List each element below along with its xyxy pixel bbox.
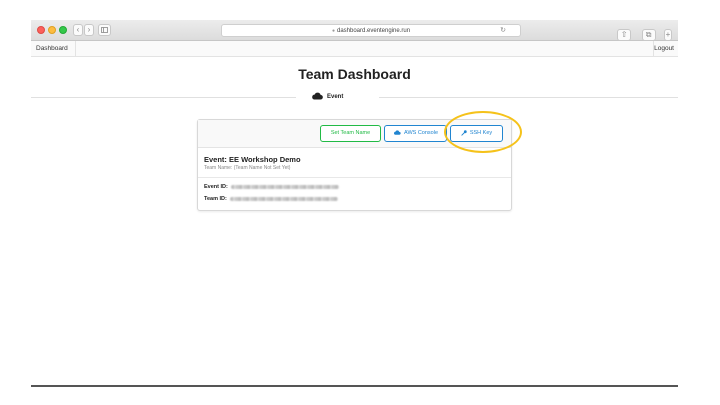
forward-button[interactable]: › — [84, 24, 94, 36]
address-url: dashboard.eventengine.run — [336, 28, 411, 34]
team-id-label: Team ID: — [204, 196, 227, 202]
maximize-window-button[interactable] — [59, 26, 67, 34]
section-header: Event — [311, 92, 343, 102]
set-team-name-label: Set Team Name — [330, 130, 371, 136]
team-id-row: Team ID: — [204, 196, 338, 203]
aws-console-label: AWS Console — [403, 130, 439, 136]
team-name: Team Name: (Team Name Not Set Yet) — [204, 165, 291, 171]
page-title: Team Dashboard — [298, 66, 411, 82]
card-separator — [198, 177, 511, 178]
event-id-redacted — [230, 184, 339, 189]
logout-link[interactable]: Logout — [654, 44, 674, 54]
back-button[interactable]: ‹ — [73, 24, 83, 36]
nav-divider — [75, 41, 76, 57]
reload-icon[interactable]: ↻ — [500, 25, 506, 37]
cloud-icon — [312, 93, 323, 100]
section-divider — [379, 97, 678, 98]
tabs-button[interactable]: ⧉ — [641, 29, 656, 41]
aws-console-button[interactable]: AWS Console — [384, 125, 447, 142]
sidebar-toggle-button[interactable] — [98, 24, 111, 36]
highlight-circle — [444, 111, 522, 153]
event-name: Event: EE Workshop Demo — [204, 155, 301, 164]
event-id-label: Event ID: — [204, 184, 228, 190]
address-bar[interactable]: ● dashboard.eventengine.run ↻ — [221, 24, 521, 37]
team-id-redacted — [229, 196, 338, 201]
event-id-row: Event ID: — [204, 184, 339, 191]
sidebar-icon — [101, 26, 108, 33]
section-divider — [31, 97, 296, 98]
share-button[interactable]: ⇧ — [617, 29, 632, 41]
lock-icon: ● — [331, 28, 335, 34]
browser-window: ‹ › ● dashboard.eventengine.run ↻ ⇧ ⧉ + D… — [31, 20, 678, 387]
nav-dashboard-link[interactable]: Dashboard — [36, 44, 68, 54]
cloud-icon — [393, 130, 401, 135]
minimize-window-button[interactable] — [48, 26, 56, 34]
browser-toolbar: ‹ › ● dashboard.eventengine.run ↻ ⇧ ⧉ + — [31, 20, 678, 41]
section-label: Event — [327, 94, 344, 100]
set-team-name-button[interactable]: Set Team Name — [320, 125, 381, 142]
new-tab-button[interactable]: + — [664, 29, 672, 41]
close-window-button[interactable] — [37, 26, 45, 34]
app-navbar: Dashboard Logout — [31, 41, 678, 57]
